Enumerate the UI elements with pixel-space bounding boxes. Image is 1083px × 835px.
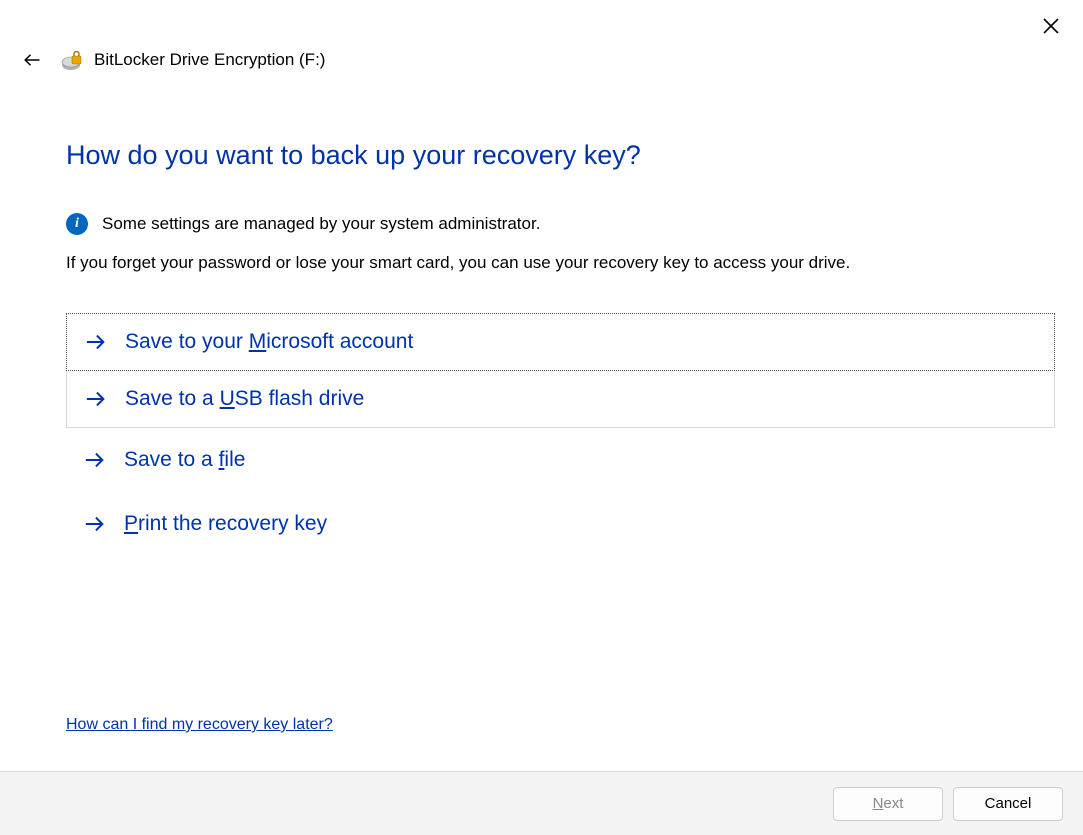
option-save-microsoft-account[interactable]: Save to your Microsoft account xyxy=(66,313,1055,371)
arrow-right-icon xyxy=(84,513,106,535)
back-arrow-icon xyxy=(23,51,41,69)
arrow-right-icon xyxy=(84,449,106,471)
wizard-content: How do you want to back up your recovery… xyxy=(66,140,1055,556)
back-button[interactable] xyxy=(18,46,46,74)
close-button[interactable] xyxy=(1037,12,1065,40)
arrow-right-icon xyxy=(85,388,107,410)
help-link-find-key[interactable]: How can I find my recovery key later? xyxy=(66,716,333,734)
option-save-file[interactable]: Save to a file xyxy=(66,428,1055,492)
cancel-button[interactable]: Cancel xyxy=(953,787,1063,821)
backup-options-list: Save to your Microsoft account Save to a… xyxy=(66,313,1055,556)
option-label: Print the recovery key xyxy=(124,512,327,536)
info-icon: i xyxy=(66,213,88,235)
option-label: Save to a file xyxy=(124,448,245,472)
option-label: Save to your Microsoft account xyxy=(125,330,413,354)
window-title: BitLocker Drive Encryption (F:) xyxy=(94,50,325,70)
bitlocker-icon xyxy=(60,48,84,72)
page-heading: How do you want to back up your recovery… xyxy=(66,140,1055,171)
option-save-usb[interactable]: Save to a USB flash drive xyxy=(66,371,1055,428)
admin-notice-text: Some settings are managed by your system… xyxy=(102,214,540,234)
admin-notice: i Some settings are managed by your syst… xyxy=(66,213,1055,235)
close-icon xyxy=(1043,18,1059,34)
option-label: Save to a USB flash drive xyxy=(125,387,364,411)
arrow-right-icon xyxy=(85,331,107,353)
description-text: If you forget your password or lose your… xyxy=(66,253,1055,273)
wizard-header: BitLocker Drive Encryption (F:) xyxy=(18,46,325,74)
wizard-footer: Next Cancel xyxy=(0,771,1083,835)
option-print-key[interactable]: Print the recovery key xyxy=(66,492,1055,556)
next-button[interactable]: Next xyxy=(833,787,943,821)
